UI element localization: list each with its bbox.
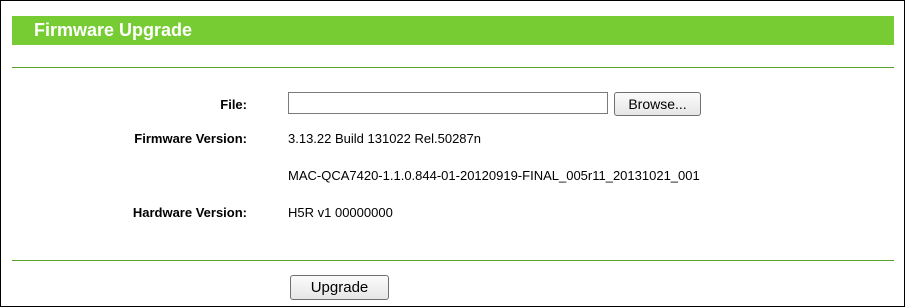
top-divider bbox=[12, 67, 894, 68]
hardware-version-value: H5R v1 00000000 bbox=[288, 205, 393, 220]
browse-button[interactable]: Browse... bbox=[614, 92, 701, 116]
file-label: File: bbox=[220, 97, 247, 112]
panel-title: Firmware Upgrade bbox=[12, 16, 894, 45]
firmware-version-label: Firmware Version: bbox=[134, 131, 247, 146]
firmware-version-value: 3.13.22 Build 131022 Rel.50287n bbox=[288, 131, 481, 146]
file-path-input[interactable] bbox=[288, 92, 608, 114]
bottom-divider bbox=[12, 260, 894, 261]
firmware-build-string: MAC-QCA7420-1.1.0.844-01-20120919-FINAL_… bbox=[288, 168, 700, 183]
upgrade-button[interactable]: Upgrade bbox=[290, 275, 389, 300]
hardware-version-label: Hardware Version: bbox=[132, 205, 247, 220]
firmware-upgrade-panel: Firmware Upgrade File: Browse... Firmwar… bbox=[0, 0, 905, 307]
